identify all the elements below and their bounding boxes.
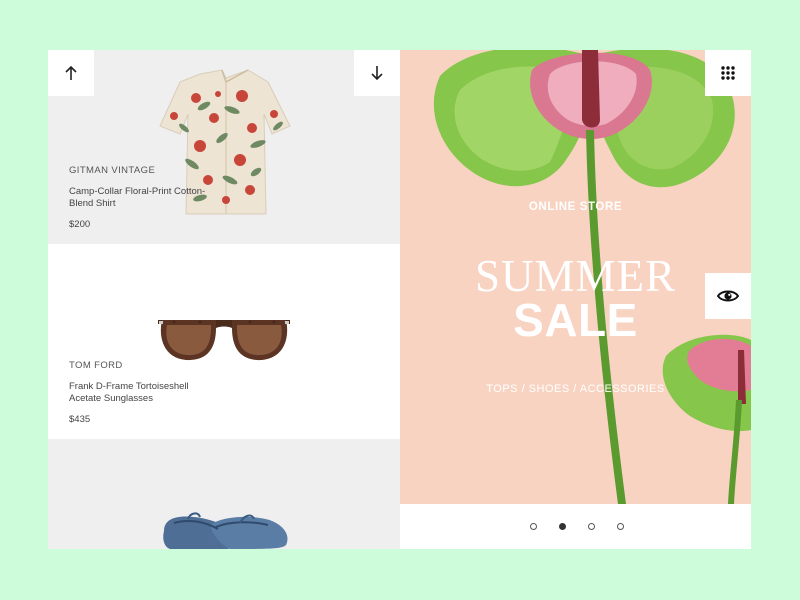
menu-button[interactable] bbox=[705, 50, 751, 96]
product-price: $435 bbox=[69, 414, 91, 425]
product-card-sunglasses[interactable]: TOM FORD Frank D-Frame Tortoiseshell Ace… bbox=[48, 244, 400, 439]
product-price: $200 bbox=[69, 219, 91, 230]
product-name[interactable]: Frank D-Frame Tortoiseshell Acetate Sung… bbox=[69, 381, 219, 404]
product-brand: TOM FORD bbox=[69, 360, 123, 371]
product-card-shirt[interactable]: GITMAN VINTAGE Camp-Collar Floral-Print … bbox=[48, 50, 400, 244]
hero-title-line2: SALE bbox=[513, 294, 638, 346]
slider-pagination bbox=[400, 504, 751, 549]
quick-view-button[interactable] bbox=[705, 273, 751, 319]
hero-banner: ONLINE STORE SUMMER SALE TOPS / SHOES / … bbox=[400, 50, 751, 504]
scroll-up-button[interactable] bbox=[48, 50, 94, 96]
hero-eyebrow: ONLINE STORE bbox=[528, 201, 623, 213]
arrow-down-icon bbox=[371, 66, 383, 81]
eye-icon bbox=[717, 290, 739, 302]
slide-dot-4[interactable] bbox=[617, 523, 624, 530]
loafers-image[interactable] bbox=[160, 509, 292, 549]
product-list: GITMAN VINTAGE Camp-Collar Floral-Print … bbox=[48, 50, 400, 549]
sunglasses-image[interactable] bbox=[154, 314, 294, 366]
arrow-up-icon bbox=[65, 65, 77, 80]
product-card-loafers[interactable] bbox=[48, 439, 400, 549]
product-brand: GITMAN VINTAGE bbox=[69, 165, 156, 176]
grid-menu-icon bbox=[721, 66, 735, 80]
hero-categories-link[interactable]: TOPS / SHOES / ACCESSORIES bbox=[400, 383, 751, 395]
product-name[interactable]: Camp-Collar Floral-Print Cotton-Blend Sh… bbox=[69, 186, 219, 209]
slide-dot-2[interactable] bbox=[559, 523, 566, 530]
slide-dot-3[interactable] bbox=[588, 523, 595, 530]
scroll-down-button[interactable] bbox=[354, 50, 400, 96]
slide-dot-1[interactable] bbox=[530, 523, 537, 530]
store-frame: GITMAN VINTAGE Camp-Collar Floral-Print … bbox=[48, 50, 751, 549]
